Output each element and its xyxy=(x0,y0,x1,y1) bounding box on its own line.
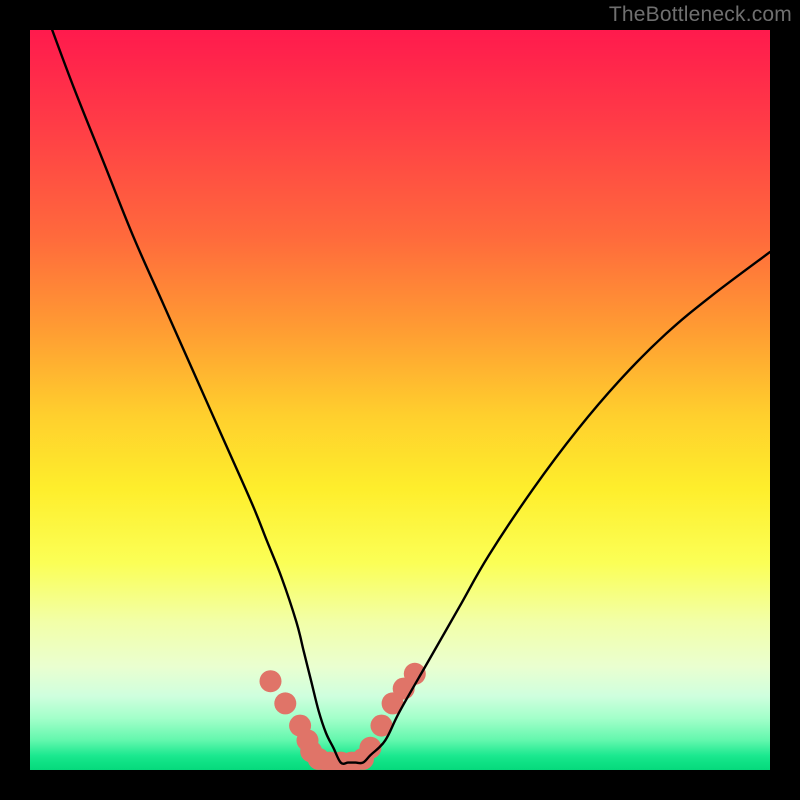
watermark-text: TheBottleneck.com xyxy=(609,3,792,27)
plot-area xyxy=(30,30,770,770)
curve-svg xyxy=(30,30,770,770)
highlight-dot xyxy=(274,692,296,714)
chart-frame: TheBottleneck.com xyxy=(0,0,800,800)
bottleneck-curve xyxy=(52,30,770,764)
highlight-dot xyxy=(260,670,282,692)
highlight-dots xyxy=(260,663,426,770)
highlight-dot xyxy=(404,663,426,685)
